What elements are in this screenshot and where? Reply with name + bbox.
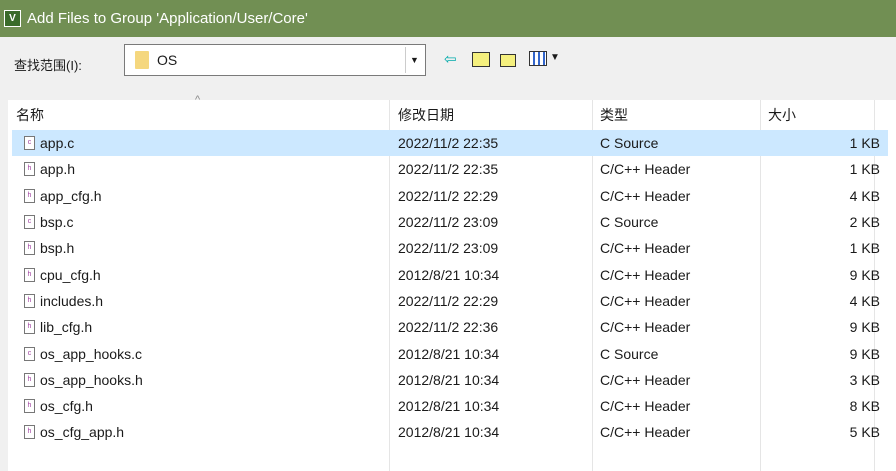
- header-file-icon: h: [24, 162, 35, 177]
- look-in-label: 查找范围(I):: [14, 58, 82, 73]
- file-type: C/C++ Header: [600, 319, 691, 336]
- file-type: C/C++ Header: [600, 187, 691, 204]
- look-in-value: OS: [157, 52, 178, 68]
- file-type: C/C++ Header: [600, 371, 691, 388]
- file-row[interactable]: h includes.h 2022/11/2 22:29 C/C++ Heade…: [12, 288, 888, 314]
- file-date: 2012/8/21 10:34: [398, 345, 500, 362]
- file-name: bsp.h: [40, 240, 75, 257]
- header-file-icon: h: [24, 425, 35, 440]
- up-folder-icon[interactable]: [472, 52, 490, 67]
- file-size: 9 KB: [849, 266, 880, 283]
- file-row[interactable]: c os_app_hooks.c 2012/8/21 10:34 C Sourc…: [12, 340, 888, 366]
- column-date[interactable]: 修改日期: [398, 105, 454, 125]
- file-size: 1 KB: [849, 135, 880, 152]
- header-file-icon: h: [24, 372, 35, 387]
- chevron-down-icon[interactable]: ▼: [405, 47, 423, 73]
- column-name[interactable]: 名称: [16, 105, 44, 125]
- file-type: C/C++ Header: [600, 398, 691, 415]
- header-file-icon: h: [24, 267, 35, 282]
- file-size: 1 KB: [849, 240, 880, 257]
- c-source-file-icon: c: [24, 136, 35, 151]
- file-row[interactable]: h cpu_cfg.h 2012/8/21 10:34 C/C++ Header…: [12, 261, 888, 287]
- file-name: app.h: [40, 161, 76, 178]
- view-dropdown-icon[interactable]: ▼: [550, 52, 560, 63]
- file-name: os_app_hooks.h: [40, 371, 143, 388]
- file-size: 9 KB: [849, 345, 880, 362]
- file-name: cpu_cfg.h: [40, 266, 101, 283]
- c-source-file-icon: c: [24, 346, 35, 361]
- new-folder-icon[interactable]: [500, 54, 516, 67]
- look-in-select[interactable]: OS ▼: [124, 44, 426, 76]
- list-header: ^ 名称 修改日期 类型 大小: [8, 94, 896, 130]
- file-row[interactable]: c bsp.c 2022/11/2 23:09 C Source 2 KB: [12, 209, 888, 235]
- file-type: C Source: [600, 214, 659, 231]
- file-row[interactable]: h bsp.h 2022/11/2 23:09 C/C++ Header 1 K…: [12, 235, 888, 261]
- file-name: os_cfg.h: [40, 398, 93, 415]
- c-source-file-icon: c: [24, 215, 35, 230]
- title-bar: V Add Files to Group 'Application/User/Co…: [0, 0, 896, 37]
- file-date: 2012/8/21 10:34: [398, 398, 500, 415]
- file-date: 2022/11/2 22:36: [398, 319, 499, 336]
- file-name: os_cfg_app.h: [40, 424, 125, 441]
- file-list[interactable]: ^ 名称 修改日期 类型 大小 c app.c 2022/11/2 22:35 …: [8, 94, 896, 471]
- file-size: 4 KB: [849, 292, 880, 309]
- file-row[interactable]: h os_app_hooks.h 2012/8/21 10:34 C/C++ H…: [12, 367, 888, 393]
- file-date: 2022/11/2 22:29: [398, 292, 499, 309]
- file-type: C Source: [600, 345, 659, 362]
- file-row[interactable]: h app_cfg.h 2022/11/2 22:29 C/C++ Header…: [12, 183, 888, 209]
- header-file-icon: h: [24, 293, 35, 308]
- file-size: 5 KB: [849, 424, 880, 441]
- sort-ascending-icon: ^: [195, 94, 201, 106]
- file-name: bsp.c: [40, 214, 74, 231]
- window-title: Add Files to Group 'Application/User/Cor…: [27, 10, 308, 27]
- file-size: 3 KB: [849, 371, 880, 388]
- file-date: 2022/11/2 22:35: [398, 161, 499, 178]
- file-row[interactable]: c app.c 2022/11/2 22:35 C Source 1 KB: [12, 130, 888, 157]
- file-type: C Source: [600, 135, 659, 152]
- view-menu-icon[interactable]: [529, 51, 547, 66]
- file-type: C/C++ Header: [600, 292, 691, 309]
- header-file-icon: h: [24, 188, 35, 203]
- file-date: 2022/11/2 23:09: [398, 240, 499, 257]
- back-icon[interactable]: ⇦: [444, 50, 457, 68]
- file-date: 2012/8/21 10:34: [398, 266, 500, 283]
- file-date: 2012/8/21 10:34: [398, 424, 500, 441]
- file-type: C/C++ Header: [600, 161, 691, 178]
- file-size: 2 KB: [849, 214, 880, 231]
- header-file-icon: h: [24, 320, 35, 335]
- file-name: app.c: [40, 135, 75, 152]
- file-row[interactable]: h app.h 2022/11/2 22:35 C/C++ Header 1 K…: [12, 156, 888, 182]
- column-type[interactable]: 类型: [600, 105, 628, 125]
- file-size: 8 KB: [849, 398, 880, 415]
- file-name: app_cfg.h: [40, 187, 102, 204]
- file-date: 2022/11/2 22:29: [398, 187, 499, 204]
- file-size: 9 KB: [849, 319, 880, 336]
- file-row[interactable]: h os_cfg.h 2012/8/21 10:34 C/C++ Header …: [12, 393, 888, 419]
- folder-icon: [135, 51, 149, 69]
- file-date: 2022/11/2 23:09: [398, 214, 499, 231]
- file-date: 2022/11/2 22:35: [398, 135, 499, 152]
- column-size[interactable]: 大小: [768, 105, 796, 125]
- file-type: C/C++ Header: [600, 266, 691, 283]
- file-row[interactable]: h os_cfg_app.h 2012/8/21 10:34 C/C++ Hea…: [12, 419, 888, 445]
- file-size: 1 KB: [849, 161, 880, 178]
- header-file-icon: h: [24, 399, 35, 414]
- file-type: C/C++ Header: [600, 240, 691, 257]
- file-size: 4 KB: [849, 187, 880, 204]
- app-logo-icon: V: [4, 10, 21, 27]
- file-date: 2012/8/21 10:34: [398, 371, 500, 388]
- file-type: C/C++ Header: [600, 424, 691, 441]
- file-name: os_app_hooks.c: [40, 345, 142, 362]
- header-file-icon: h: [24, 241, 35, 256]
- file-name: lib_cfg.h: [40, 319, 93, 336]
- file-name: includes.h: [40, 292, 104, 309]
- file-row[interactable]: h lib_cfg.h 2022/11/2 22:36 C/C++ Header…: [12, 314, 888, 340]
